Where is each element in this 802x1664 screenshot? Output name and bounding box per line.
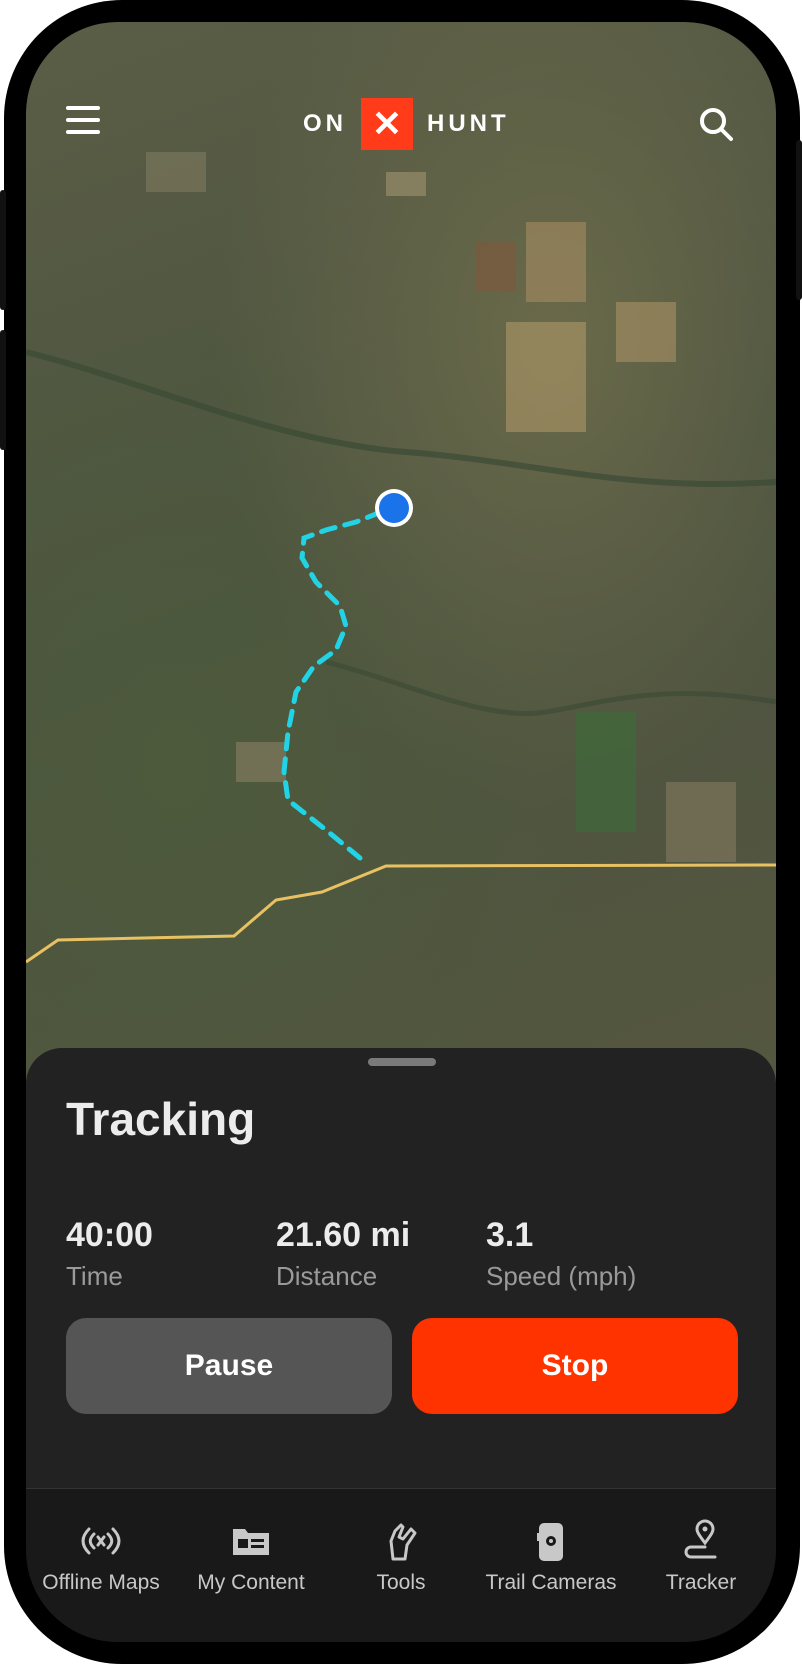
nav-trail-cameras[interactable]: Trail Cameras [476, 1519, 626, 1595]
onx-hunt-logo: ON ✕ HUNT [303, 98, 510, 150]
tracking-title: Tracking [66, 1093, 256, 1145]
creek-line [325, 659, 776, 717]
stop-button[interactable]: Stop [412, 1318, 738, 1414]
phone-volume-button [0, 190, 6, 310]
nav-label: My Content [197, 1571, 305, 1594]
nav-label: Trail Cameras [485, 1571, 617, 1594]
stat-speed-value: 3.1 [486, 1216, 534, 1254]
offline-signal-icon [81, 1527, 121, 1555]
location-pin-path-icon [684, 1519, 717, 1559]
stat-time-value: 40:00 [66, 1216, 153, 1254]
nav-label: Tracker [665, 1571, 737, 1594]
creek-line [26, 349, 776, 488]
trail-camera-icon [537, 1523, 563, 1561]
field-patch [476, 242, 516, 292]
logo-x-mark: ✕ [361, 98, 413, 150]
stat-time-label: Time [66, 1261, 123, 1291]
bottom-nav: Offline Maps My Content Tools Trail Came… [26, 1488, 776, 1642]
tracked-path [281, 505, 397, 861]
logo-text-hunt: HUNT [427, 110, 510, 137]
current-location-dot [379, 493, 409, 523]
phone-power-button [796, 140, 802, 300]
stat-distance: 21.60 mi Distance [276, 1216, 410, 1292]
field-patch [506, 322, 586, 432]
nav-offline-maps[interactable]: Offline Maps [26, 1519, 176, 1595]
nav-tracker[interactable]: Tracker [626, 1519, 776, 1595]
field-patch [616, 302, 676, 362]
folder-card-icon [233, 1529, 269, 1555]
field-patch [576, 712, 636, 832]
nav-label: Offline Maps [42, 1571, 160, 1594]
stat-speed: 3.1 Speed (mph) [486, 1216, 636, 1292]
app-screen: ON ✕ HUNT Tracking 40:00 Time 21.60 mi D… [26, 22, 776, 1642]
stat-distance-value: 21.60 mi [276, 1216, 411, 1254]
multitool-icon [389, 1523, 417, 1561]
stat-distance-label: Distance [276, 1261, 378, 1291]
nav-label: Tools [376, 1571, 426, 1594]
field-patch [526, 222, 586, 302]
hamburger-menu-icon[interactable] [66, 106, 102, 136]
road-line [26, 863, 776, 964]
nav-my-content[interactable]: My Content [176, 1519, 326, 1595]
top-bar: ON ✕ HUNT [26, 22, 776, 182]
field-patch [666, 782, 736, 862]
stat-time: 40:00 Time [66, 1216, 153, 1292]
nav-tools[interactable]: Tools [326, 1519, 476, 1595]
sheet-drag-handle[interactable] [368, 1058, 436, 1066]
search-icon[interactable] [696, 104, 736, 144]
tracking-sheet: Tracking 40:00 Time 21.60 mi Distance 3.… [26, 1048, 776, 1488]
pause-button[interactable]: Pause [66, 1318, 392, 1414]
stat-speed-label: Speed (mph) [486, 1261, 637, 1291]
logo-text-on: ON [303, 110, 347, 137]
field-patch [236, 742, 286, 782]
phone-volume-button [0, 330, 6, 450]
